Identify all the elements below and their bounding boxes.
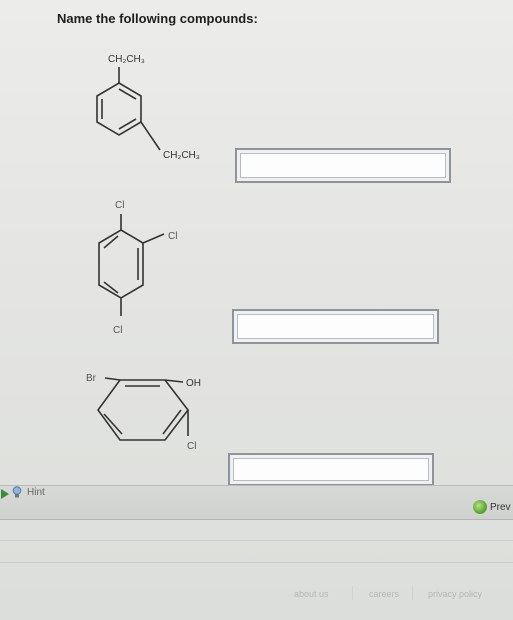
molecule-3-right-label: OH [186,378,201,389]
answer-field-3-frame [228,453,434,486]
molecule-1-diagram: CH₂CH₃ CH₂CH₃ [70,45,230,170]
footer-separator [412,586,413,600]
divider [0,562,513,563]
answer-field-2-frame [232,309,439,344]
footer-link-careers[interactable]: careers [369,589,399,599]
previous-icon[interactable] [473,500,487,514]
footer-link-about[interactable]: about us [294,589,329,599]
molecule-3-diagram: Br OH Cl [75,366,225,456]
expand-arrow-icon[interactable] [1,489,9,499]
molecule-2-right-label: Cl [168,231,177,242]
hint-link[interactable]: Hint [27,487,45,498]
footer-separator [352,586,353,600]
page-title: Name the following compounds: [57,11,258,26]
molecule-2-bottom-label: Cl [113,325,122,336]
answer-field-2[interactable] [234,311,437,342]
answer-field-3[interactable] [230,455,432,484]
previous-button[interactable]: Prev [490,502,511,513]
molecule-2-top-label: Cl [115,200,124,211]
molecule-3-bottom-label: Cl [187,441,196,452]
lightbulb-icon[interactable] [12,486,22,499]
answer-field-1-frame [235,148,451,183]
divider [0,540,513,541]
molecule-1-right-label: CH₂CH₃ [163,150,200,161]
answer-field-1[interactable] [237,150,449,181]
molecule-1-top-label: CH₂CH₃ [108,54,145,65]
molecule-3-left-label: Br [86,373,97,384]
molecule-2-diagram: Cl Cl Cl [80,196,200,341]
footer-link-privacy[interactable]: privacy policy [428,589,482,599]
hint-bar [0,485,513,520]
